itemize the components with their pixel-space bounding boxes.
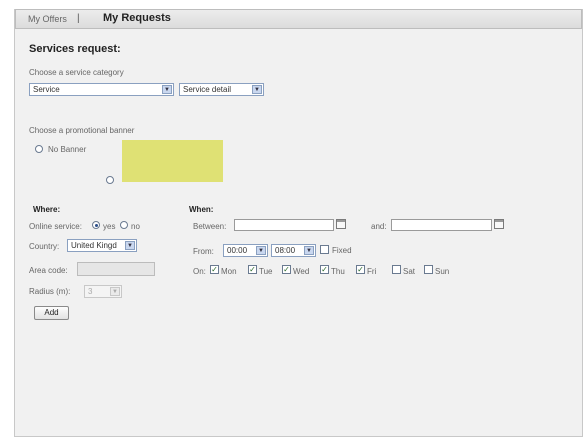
category-select-value: Service (33, 85, 60, 94)
and-date-input[interactable] (391, 219, 492, 231)
page-title: Services request: (29, 43, 121, 55)
day-checkbox-thu[interactable]: ✓ (320, 265, 329, 274)
day-label: Mon (221, 267, 237, 276)
day-label: Wed (293, 267, 310, 276)
day-label: Sun (435, 267, 450, 276)
tab-my-offers[interactable]: My Offers (28, 14, 67, 24)
day-label: Tue (259, 267, 273, 276)
no-banner-label: No Banner (48, 145, 87, 154)
tab-bar: My Offers | My Requests (15, 9, 582, 29)
category-select[interactable]: Service ▼ (29, 83, 174, 96)
day-checkbox-sat[interactable] (392, 265, 401, 274)
day-checkbox-fri[interactable]: ✓ (356, 265, 365, 274)
detail-select-value: Service detail (183, 85, 232, 94)
and-label: and: (371, 222, 387, 231)
day-label: Sat (403, 267, 416, 276)
banner-radio[interactable] (106, 176, 114, 184)
to-time-value: 08:00 (275, 246, 296, 255)
calendar-icon[interactable] (494, 219, 504, 229)
tab-my-requests[interactable]: My Requests (103, 12, 171, 24)
day-label: Fri (367, 267, 377, 276)
on-label: On: (193, 267, 206, 276)
online-yes-label: yes (103, 222, 116, 231)
country-select-value: United Kingd (71, 241, 117, 250)
day-checkbox-tue[interactable]: ✓ (248, 265, 257, 274)
online-service-label: Online service: (29, 222, 82, 231)
main-panel: My Offers | My Requests Services request… (14, 9, 583, 437)
fixed-checkbox[interactable] (320, 245, 329, 254)
where-title: Where: (33, 205, 61, 214)
no-banner-radio[interactable] (35, 145, 43, 153)
country-label: Country: (29, 242, 60, 251)
chevron-down-icon: ▼ (304, 246, 314, 255)
tab-separator: | (77, 13, 80, 24)
between-label: Between: (193, 222, 227, 231)
from-time-value: 00:00 (227, 246, 248, 255)
area-code-input[interactable] (77, 262, 155, 276)
banner-label: Choose a promotional banner (29, 126, 135, 135)
add-button[interactable]: Add (34, 306, 69, 320)
day-checkbox-sun[interactable] (424, 265, 433, 274)
from-label: From: (193, 247, 214, 256)
category-label: Choose a service category (29, 68, 124, 77)
chevron-down-icon: ▼ (125, 241, 135, 250)
radius-select[interactable]: 3 ▼ (84, 285, 122, 298)
online-no-label: no (131, 222, 140, 231)
radius-select-value: 3 (88, 287, 93, 296)
calendar-icon[interactable] (336, 219, 346, 229)
area-code-label: Area code: (29, 266, 68, 275)
chevron-down-icon: ▼ (256, 246, 266, 255)
to-time-select[interactable]: 08:00 ▼ (271, 244, 316, 257)
online-no-radio[interactable] (120, 221, 128, 229)
chevron-down-icon: ▼ (162, 85, 172, 94)
between-date-input[interactable] (234, 219, 334, 231)
online-yes-radio[interactable] (92, 221, 100, 229)
chevron-down-icon: ▼ (110, 287, 120, 296)
country-select[interactable]: United Kingd ▼ (67, 239, 137, 252)
promotional-banner[interactable] (122, 140, 223, 182)
radius-label: Radius (m): (29, 287, 71, 296)
day-checkbox-mon[interactable]: ✓ (210, 265, 219, 274)
day-checkbox-wed[interactable]: ✓ (282, 265, 291, 274)
service-detail-select[interactable]: Service detail ▼ (179, 83, 264, 96)
when-title: When: (189, 205, 214, 214)
chevron-down-icon: ▼ (252, 85, 262, 94)
day-label: Thu (331, 267, 345, 276)
fixed-label: Fixed (332, 246, 352, 255)
from-time-select[interactable]: 00:00 ▼ (223, 244, 268, 257)
